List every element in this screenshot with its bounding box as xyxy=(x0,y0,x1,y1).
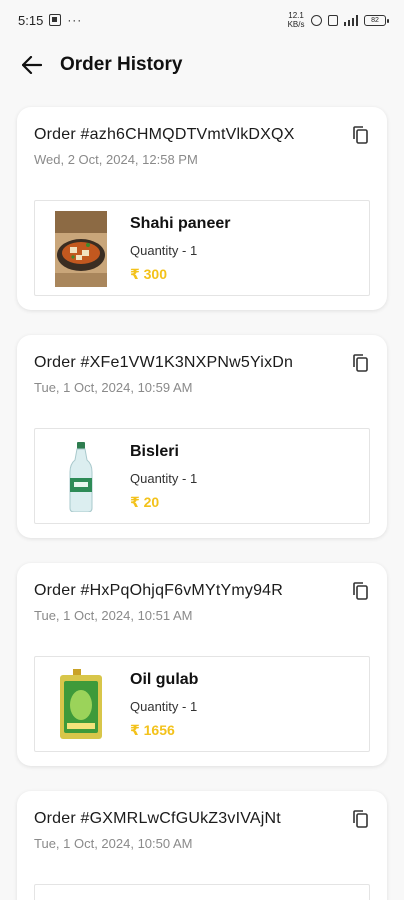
order-date: Tue, 1 Oct, 2024, 10:51 AM xyxy=(34,608,193,623)
copy-order-id-button[interactable] xyxy=(351,809,371,829)
copy-order-id-button[interactable] xyxy=(351,353,371,373)
item-quantity: Quantity - 1 xyxy=(130,471,198,486)
order-id: Order #HxPqOhjqF6vMYtYmy94R xyxy=(34,582,284,599)
copy-icon xyxy=(353,126,368,144)
order-id: Order #azh6CHMQDTVmtVlkDXQX xyxy=(34,126,295,143)
order-item[interactable]: Shahi paneer Quantity - 1 ₹ 300 xyxy=(34,200,370,296)
order-card: Order #GXMRLwCfGUkZ3vIVAjNt Tue, 1 Oct, … xyxy=(17,791,387,900)
item-name: Shahi paneer xyxy=(130,215,231,232)
water-bottle-image xyxy=(69,442,93,512)
network-speed-unit: KB/s xyxy=(287,20,305,29)
battery-level: 82 xyxy=(371,16,379,24)
copy-icon xyxy=(353,810,368,828)
order-date: Wed, 2 Oct, 2024, 12:58 PM xyxy=(34,152,198,167)
app-header: Order History xyxy=(0,40,404,90)
item-image xyxy=(55,211,107,287)
copy-icon xyxy=(353,354,368,372)
item-image xyxy=(55,895,107,900)
order-card: Order #XFe1VW1K3NXPNw5YixDn Tue, 1 Oct, … xyxy=(17,335,387,538)
order-card: Order #HxPqOhjqF6vMYtYmy94R Tue, 1 Oct, … xyxy=(17,563,387,766)
nfc-icon xyxy=(327,14,338,26)
item-price: ₹ 1656 xyxy=(130,722,175,738)
item-image xyxy=(55,439,107,515)
notification-icon xyxy=(49,14,62,26)
status-left: 5:15 ··· xyxy=(18,13,82,28)
more-notifications-icon: ··· xyxy=(67,13,83,27)
item-name: Bisleri xyxy=(130,443,179,460)
order-item[interactable]: Oil gulab Quantity - 1 ₹ 1656 xyxy=(34,656,370,752)
order-date: Tue, 1 Oct, 2024, 10:50 AM xyxy=(34,836,193,851)
order-item[interactable]: Bisleri Quantity - 1 ₹ 20 xyxy=(34,428,370,524)
network-speed-value: 12.1 xyxy=(288,11,304,20)
order-id: Order #XFe1VW1K3NXPNw5YixDn xyxy=(34,354,294,371)
oil-tin-image xyxy=(58,895,104,900)
item-name: Oil gulab xyxy=(130,671,199,688)
signal-icon xyxy=(343,14,358,26)
order-id: Order #GXMRLwCfGUkZ3vIVAjNt xyxy=(34,810,281,827)
oil-tin-image xyxy=(60,669,102,739)
status-time: 5:15 xyxy=(18,12,44,28)
item-quantity: Quantity - 1 xyxy=(130,243,198,258)
back-button[interactable] xyxy=(20,53,44,77)
status-right: 12.1 KB/s 82 xyxy=(288,11,389,29)
order-item[interactable] xyxy=(34,884,370,900)
item-image xyxy=(55,667,107,743)
paneer-dish-image xyxy=(55,211,107,287)
item-price: ₹ 300 xyxy=(130,266,167,282)
status-bar: 5:15 ··· 12.1 KB/s 82 xyxy=(0,0,404,40)
hotspot-icon xyxy=(310,14,322,26)
order-card: Order #azh6CHMQDTVmtVlkDXQX Wed, 2 Oct, … xyxy=(17,107,387,310)
item-price: ₹ 20 xyxy=(130,494,160,510)
battery-icon: 82 xyxy=(364,14,389,26)
copy-order-id-button[interactable] xyxy=(351,125,371,145)
arrow-left-icon xyxy=(22,56,42,74)
order-date: Tue, 1 Oct, 2024, 10:59 AM xyxy=(34,380,193,395)
item-quantity: Quantity - 1 xyxy=(130,699,198,714)
page-title: Order History xyxy=(60,54,183,75)
copy-icon xyxy=(353,582,368,600)
network-speed: 12.1 KB/s xyxy=(288,11,305,29)
copy-order-id-button[interactable] xyxy=(351,581,371,601)
